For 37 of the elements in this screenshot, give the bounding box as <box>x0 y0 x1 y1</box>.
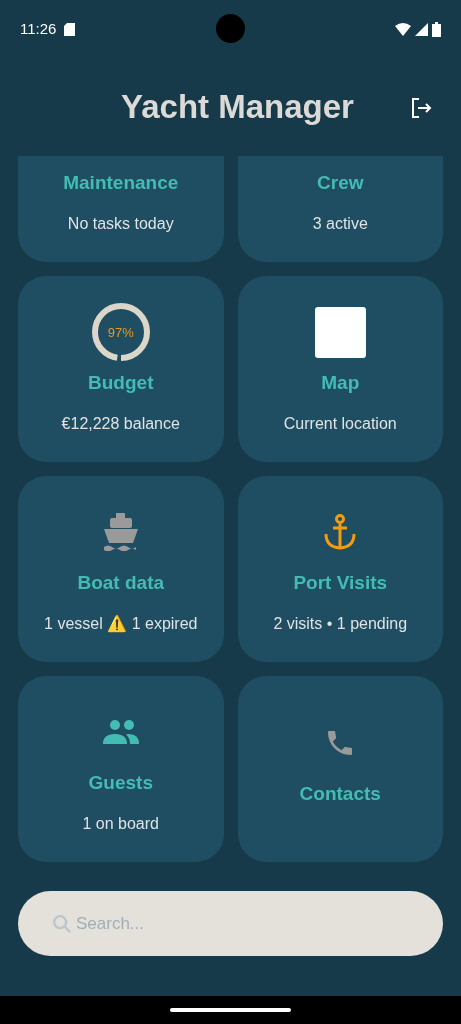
dashboard-card[interactable]: Guests 1 on board <box>18 676 224 862</box>
anchor-icon <box>324 514 357 551</box>
dashboard-card[interactable]: Boat data 1 vessel ⚠ 1 expired <box>18 476 224 662</box>
card-subtitle: 2 visits • 1 pending <box>273 613 408 634</box>
ship-icon <box>102 513 139 552</box>
sd-card-icon <box>64 22 76 36</box>
search-field[interactable]: Search... <box>18 891 443 956</box>
camera-cutout <box>216 14 245 43</box>
status-time: 11:26 <box>20 18 57 39</box>
card-title: Port Visits <box>293 571 388 596</box>
card-title: Guests <box>88 771 153 796</box>
card-subtitle: 1 vessel ⚠ 1 expired <box>44 613 198 635</box>
budget-percent: 97% <box>107 323 134 342</box>
card-title: Map <box>321 371 360 396</box>
card-title: Contacts <box>299 782 381 807</box>
dashboard-card[interactable]: Contacts <box>237 676 443 862</box>
card-subtitle: No tasks today <box>67 213 174 234</box>
people-icon <box>101 720 140 745</box>
map-placeholder <box>314 306 366 358</box>
dashboard-card[interactable]: Port Visits 2 visits • 1 pending <box>237 476 443 662</box>
dashboard-card[interactable]: Maintenance No tasks today <box>18 156 224 262</box>
dashboard-card[interactable]: Map Current location <box>237 276 443 462</box>
card-title: Budget <box>88 371 154 396</box>
dashboard-card[interactable]: 97% Budget €12,228 balance <box>18 276 224 462</box>
wifi-icon <box>395 22 411 36</box>
battery-icon <box>432 21 441 37</box>
card-subtitle: 1 on board <box>82 813 159 834</box>
card-title: Crew <box>317 171 364 196</box>
card-subtitle: 3 active <box>312 213 368 234</box>
card-title: Boat data <box>77 571 165 596</box>
app-title: Yacht Manager <box>121 87 354 128</box>
card-subtitle: Current location <box>283 413 397 434</box>
signal-icon <box>415 22 428 36</box>
search-icon <box>51 913 73 935</box>
dashboard-card[interactable]: Crew 3 active <box>237 156 443 262</box>
card-title: Maintenance <box>63 171 179 196</box>
card-subtitle: €12,228 balance <box>61 413 180 434</box>
